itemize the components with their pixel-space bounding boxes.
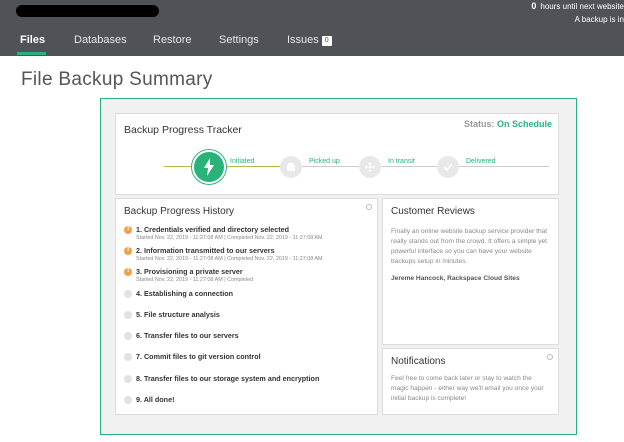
warning-icon [124,246,132,255]
step-in-transit-label: In transit [388,158,415,165]
history-item-label: 3. Provisioning a private server [136,267,243,276]
history-item-meta: Started Nov. 22, 2019 - 11:27:08 AM | Co… [136,256,323,262]
step-delivered-circle [437,156,459,178]
summary-panel: Backup Progress Tracker Status: On Sched… [100,98,577,435]
track-line-segment [224,166,286,167]
notifications-text: Feel free to come back later or stay to … [391,375,544,402]
step-in-transit-circle [359,156,381,178]
tracker-title: Backup Progress Tracker [124,124,242,136]
history-item-label: 7. Commit files to git version control [136,352,261,361]
pending-dot-icon [124,396,132,404]
step-picked-up-label: Picked up [309,158,340,165]
page-title: File Backup Summary [21,69,213,90]
step-initiated-label: Initiated [230,158,255,165]
history-item-label: 1. Credentials verified and directory se… [136,225,289,234]
track-line-pending [301,166,549,167]
tab-issues-label: Issues [287,34,319,46]
pending-dot-icon [124,332,132,340]
pending-dot-icon [124,353,132,361]
pending-dot-icon [124,375,132,383]
warning-icon [124,267,132,276]
review-author: Jereme Hancock, Rackspace Cloud Sites [391,275,520,282]
notifications-title: Notifications [391,356,446,367]
history-item-label: 4. Establishing a connection [136,289,234,298]
history-item-label: 5. File structure analysis [136,310,220,319]
tab-databases[interactable]: Databases [74,34,127,46]
history-item-label: 6. Transfer files to our servers [136,331,239,340]
tab-settings[interactable]: Settings [219,34,259,46]
history-item-label: 9. All done! [136,395,175,404]
move-icon [365,162,375,172]
notifications: Notifications Feel free to come back lat… [382,348,559,415]
backup-countdown: 0 hours until next website [531,1,624,11]
status-label: Status: [463,119,495,129]
box-icon [287,163,295,171]
top-bar: 0 hours until next website A backup is in… [0,0,624,56]
step-delivered-label: Delivered [466,158,496,165]
tab-issues[interactable]: Issues 0 [287,34,332,46]
history-item-meta: Started Nov. 22, 2019 - 11:27:08 AM | Co… [136,235,323,241]
customer-reviews: Customer Reviews Finally an online websi… [382,198,559,345]
history-title: Backup Progress History [124,206,235,217]
issues-count-badge: 0 [321,36,332,46]
step-picked-up-circle [280,156,302,178]
backup-progress-tracker: Backup Progress Tracker Status: On Sched… [115,113,559,195]
backup-note: A backup is in [574,15,624,24]
warning-icon [124,225,132,234]
history-item-label: 2. Information transmitted to our server… [136,246,275,255]
history-item-meta: Started Nov. 22, 2019 - 11:27:08 AM | Co… [136,277,254,283]
countdown-value: 0 [531,1,537,11]
tab-files[interactable]: Files [20,34,45,46]
pending-dot-icon [124,311,132,319]
pending-dot-icon [124,290,132,298]
review-text: Finally an online website backup service… [391,228,548,265]
reviews-title: Customer Reviews [391,206,475,217]
countdown-text: hours until next website [540,2,624,11]
history-item-label: 8. Transfer files to our storage system … [136,374,320,383]
info-icon[interactable] [547,354,553,360]
lightning-icon [204,158,214,176]
tab-restore[interactable]: Restore [153,34,192,46]
redacted-site-name [16,5,159,17]
check-icon [443,163,453,172]
backup-progress-history: Backup Progress History 1. Credentials v… [115,198,378,415]
status-value: On Schedule [496,119,552,129]
active-tab-indicator [17,52,46,55]
step-initiated-circle [192,150,226,184]
status-indicator: Status: On Schedule [464,119,552,129]
info-icon[interactable] [366,204,372,210]
